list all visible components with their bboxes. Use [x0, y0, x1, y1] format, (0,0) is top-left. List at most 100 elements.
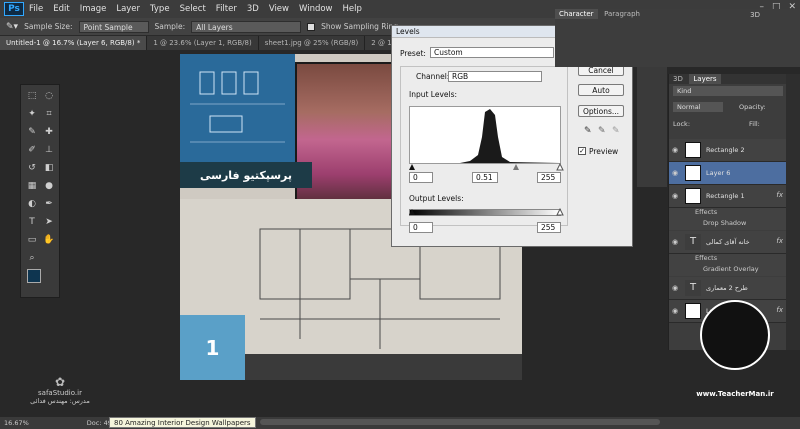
- panel-dock-strip: [637, 67, 667, 187]
- show-ring-checkbox[interactable]: [307, 22, 316, 31]
- marquee-tool-icon[interactable]: ⬚: [25, 89, 39, 103]
- output-white-field[interactable]: 255: [537, 222, 561, 233]
- layers-scrollbar[interactable]: [786, 74, 800, 350]
- path-select-icon[interactable]: ➤: [42, 215, 56, 229]
- effects-row[interactable]: Effects: [669, 208, 787, 219]
- history-brush-icon[interactable]: ↺: [25, 161, 39, 175]
- tab-layers[interactable]: Layers: [689, 74, 721, 84]
- filter-kind-select[interactable]: Kind: [677, 87, 691, 95]
- menu-view[interactable]: View: [264, 4, 294, 14]
- input-gamma-field[interactable]: 0.51: [472, 172, 498, 183]
- tab-doc-1[interactable]: 1 @ 23.6% (Layer 1, RGB/8): [147, 36, 259, 50]
- histogram: [409, 106, 561, 164]
- visibility-eye-icon[interactable]: ◉: [672, 192, 681, 200]
- menu-filter[interactable]: Filter: [211, 4, 242, 14]
- pen-tool-icon[interactable]: ✒: [42, 197, 56, 211]
- white-eyedropper-icon[interactable]: ✎: [612, 126, 620, 136]
- eyedropper-tool-icon[interactable]: ✎: [25, 125, 39, 139]
- zoom-tool-icon[interactable]: ⌕: [25, 251, 39, 265]
- black-eyedropper-icon[interactable]: ✎: [584, 126, 592, 136]
- page-number-box: 1: [180, 315, 245, 380]
- layer-row[interactable]: ◉ Rectangle 2: [669, 139, 787, 162]
- crop-tool-icon[interactable]: ⌗: [42, 107, 56, 121]
- input-black-field[interactable]: 0: [409, 172, 433, 183]
- type-layer-icon: T: [685, 280, 701, 296]
- layer-name: خانه آقای کمالی: [706, 238, 750, 246]
- visibility-eye-icon[interactable]: ◉: [672, 307, 681, 315]
- visibility-eye-icon[interactable]: ◉: [672, 146, 681, 154]
- taskbar-tooltip: 80 Amazing Interior Design Wallpapers: [109, 417, 256, 428]
- gradient-tool-icon[interactable]: ▦: [25, 179, 39, 193]
- sample-select[interactable]: All Layers: [191, 20, 302, 33]
- tab-sheet1[interactable]: sheet1.jpg @ 25% (RGB/8): [258, 36, 366, 50]
- tab-paragraph[interactable]: Paragraph: [600, 9, 644, 19]
- input-white-handle: [556, 163, 564, 171]
- layer-row[interactable]: ◉ Rectangle 1 fx: [669, 185, 787, 208]
- menu-3d[interactable]: 3D: [242, 4, 264, 14]
- dodge-tool-icon[interactable]: ◐: [25, 197, 39, 211]
- fill-label: Fill:: [749, 120, 760, 128]
- options-button[interactable]: Options...: [578, 105, 624, 117]
- menu-image[interactable]: Image: [75, 4, 112, 14]
- sample-label: Sample:: [154, 22, 186, 31]
- menu-layer[interactable]: Layer: [111, 4, 145, 14]
- channel-label: Channel:: [416, 72, 450, 81]
- lock-label: Lock:: [673, 120, 691, 128]
- auto-button[interactable]: Auto: [578, 84, 624, 96]
- horizontal-scrollbar[interactable]: [260, 419, 660, 425]
- visibility-eye-icon[interactable]: ◉: [672, 238, 681, 246]
- safa-studio-watermark: ✿ safaStudio.ir مدرس: مهندس فدائی: [20, 375, 100, 415]
- teacher-url: www.TeacherMan.ir: [696, 390, 774, 398]
- quick-select-tool-icon[interactable]: ✦: [25, 107, 39, 121]
- teacherman-watermark: www.TeacherMan.ir: [685, 300, 785, 400]
- layer-row[interactable]: ◉ Layer 6: [669, 162, 787, 185]
- menu-window[interactable]: Window: [294, 4, 338, 14]
- menu-edit[interactable]: Edit: [48, 4, 74, 14]
- blend-mode-select[interactable]: Normal: [677, 103, 701, 111]
- zoom-level[interactable]: 16.67%: [4, 419, 29, 427]
- shape-tool-icon[interactable]: ▭: [25, 233, 39, 247]
- tab-character[interactable]: Character: [555, 9, 598, 19]
- menu-help[interactable]: Help: [338, 4, 367, 14]
- gray-eyedropper-icon[interactable]: ✎: [598, 126, 606, 136]
- healing-brush-icon[interactable]: ✚: [42, 125, 56, 139]
- eraser-tool-icon[interactable]: ◧: [42, 161, 56, 175]
- blur-tool-icon[interactable]: ●: [42, 179, 56, 193]
- drop-shadow-row[interactable]: Drop Shadow: [669, 219, 787, 230]
- input-white-field[interactable]: 255: [537, 172, 561, 183]
- tab-3d[interactable]: 3D: [669, 74, 687, 84]
- layer-row[interactable]: ◉ T خانه آقای کمالی fx: [669, 231, 787, 254]
- menu-type[interactable]: Type: [145, 4, 175, 14]
- visibility-eye-icon[interactable]: ◉: [672, 169, 681, 177]
- channel-select[interactable]: RGB: [448, 71, 542, 82]
- eyedropper-tool-icon[interactable]: ✎▾: [6, 22, 18, 32]
- output-slider-track[interactable]: [407, 208, 567, 216]
- output-black-field[interactable]: 0: [409, 222, 433, 233]
- preview-checkbox[interactable]: ✓: [578, 147, 586, 155]
- levels-title: Levels: [396, 27, 420, 36]
- fx-icon[interactable]: fx: [776, 191, 783, 199]
- fx-icon[interactable]: fx: [776, 237, 783, 245]
- gradient-overlay-row[interactable]: Gradient Overlay: [669, 265, 787, 276]
- workspace-3d-select[interactable]: 3D: [750, 11, 760, 19]
- effects-row[interactable]: Effects: [669, 254, 787, 265]
- visibility-eye-icon[interactable]: ◉: [672, 284, 681, 292]
- preset-label: Preset:: [400, 49, 426, 58]
- clone-stamp-icon[interactable]: ⊥: [42, 143, 56, 157]
- layer-row[interactable]: ◉ T طرح 2 معماری: [669, 277, 787, 300]
- layer-name: Rectangle 2: [706, 146, 745, 154]
- input-levels-label: Input Levels:: [409, 90, 458, 99]
- hand-tool-icon[interactable]: ✋: [42, 233, 56, 247]
- menu-select[interactable]: Select: [175, 4, 211, 14]
- foreground-color-swatch[interactable]: [27, 269, 41, 283]
- brush-tool-icon[interactable]: ✐: [25, 143, 39, 157]
- tab-untitled-1[interactable]: Untitled-1 @ 16.7% (Layer 6, RGB/8) *: [0, 36, 148, 50]
- sample-size-select[interactable]: Point Sample: [78, 20, 149, 33]
- type-tool-icon[interactable]: T: [25, 215, 39, 229]
- lasso-tool-icon[interactable]: ◌: [42, 89, 56, 103]
- output-levels-label: Output Levels:: [409, 194, 464, 203]
- menu-file[interactable]: File: [24, 4, 48, 14]
- layer-name: طرح 2 معماری: [706, 284, 748, 292]
- preset-select[interactable]: Custom: [430, 47, 554, 58]
- input-slider-track[interactable]: [407, 163, 567, 171]
